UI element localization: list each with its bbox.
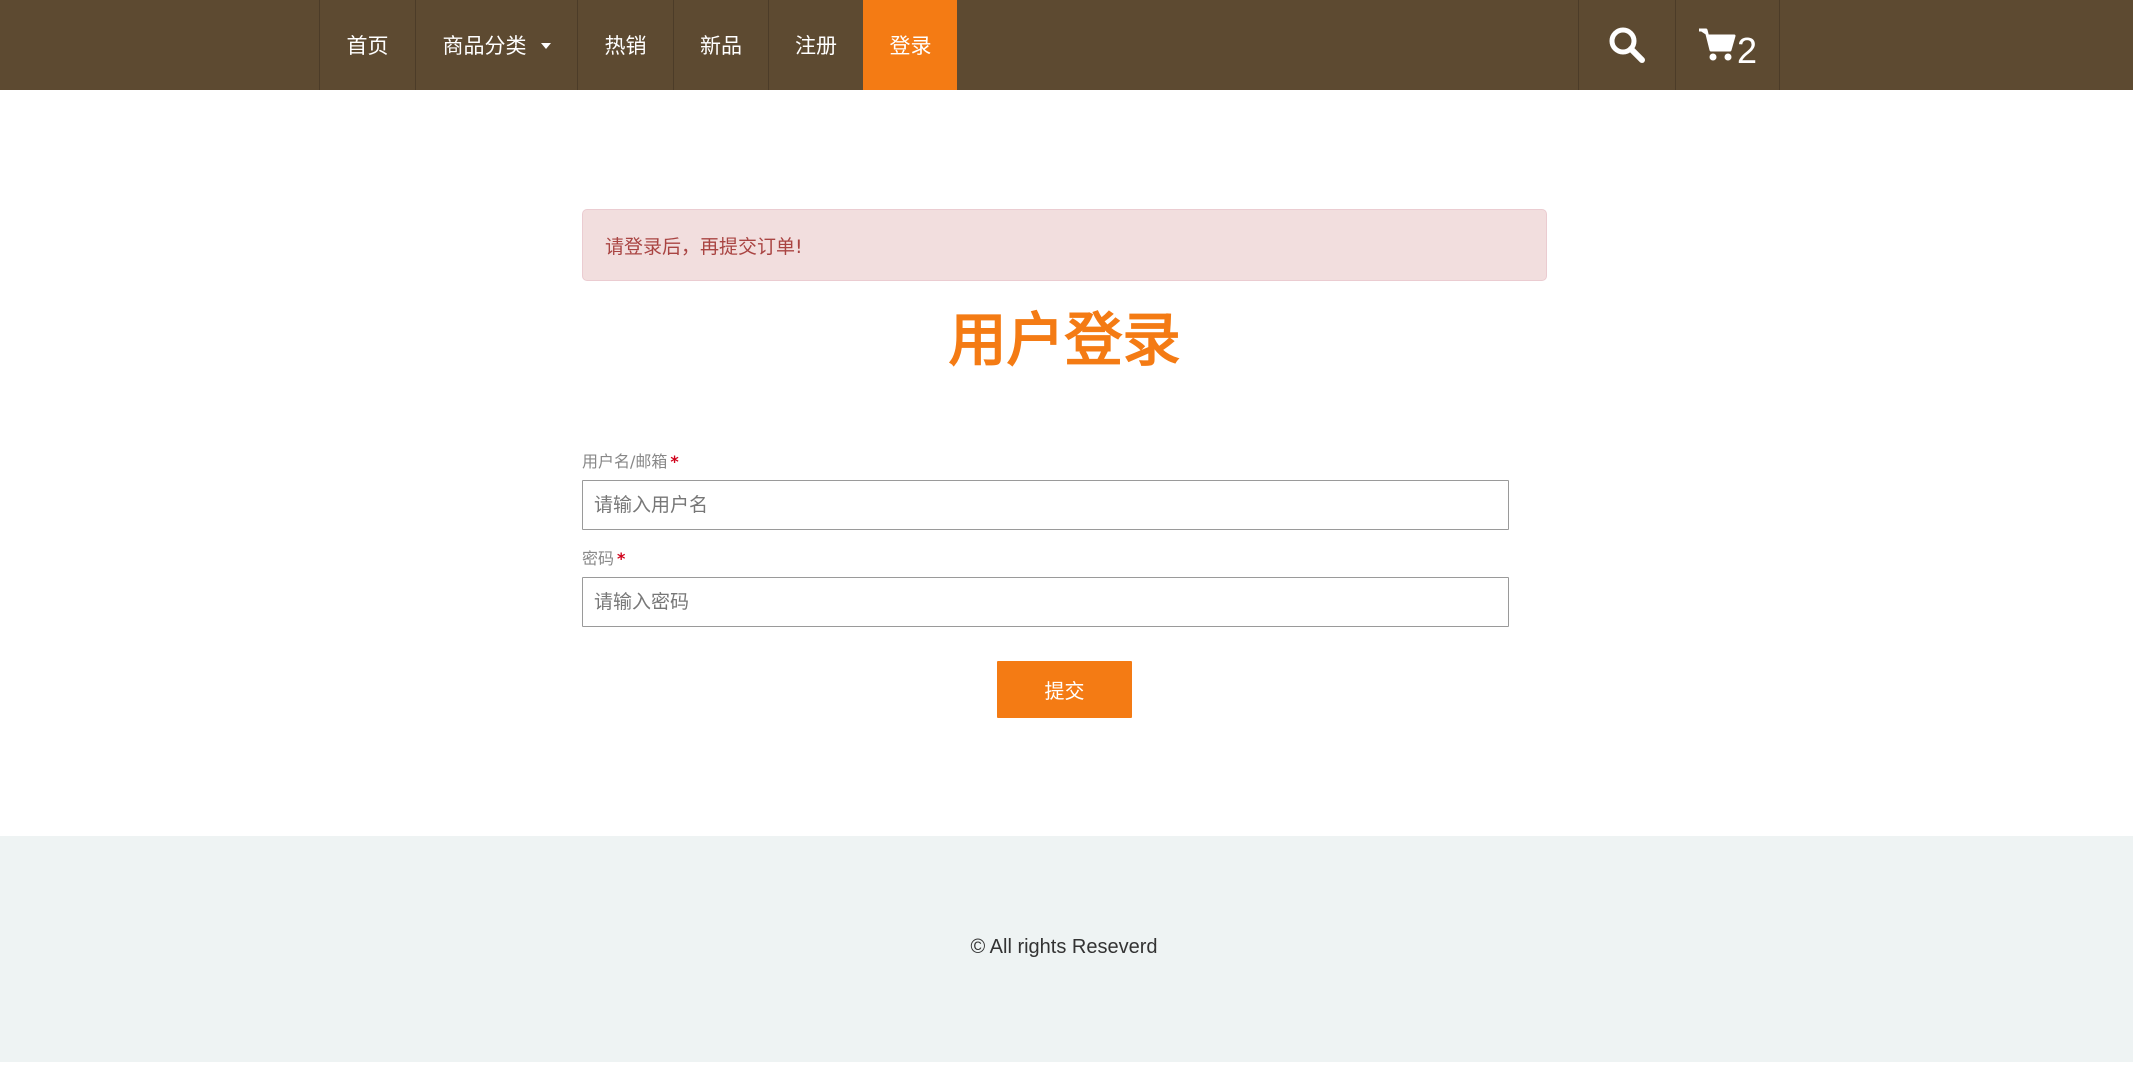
- submit-button[interactable]: 提交: [997, 661, 1132, 718]
- cart-button[interactable]: 2: [1675, 0, 1780, 90]
- top-navbar: 首页 商品分类 热销 新品 注册 登录 2: [0, 0, 2133, 90]
- nav-item-hot[interactable]: 热销: [577, 0, 673, 90]
- cart-icon: [1698, 28, 1736, 61]
- required-mark: *: [670, 452, 679, 471]
- nav-item-categories[interactable]: 商品分类: [415, 0, 577, 90]
- nav-item-label: 热销: [604, 34, 647, 58]
- footer: © All rights Reseverd: [0, 836, 2133, 1062]
- password-label: 密码 *: [582, 545, 625, 569]
- cart-count: 2: [1736, 30, 1758, 71]
- username-label-text: 用户名/邮箱: [582, 452, 668, 471]
- search-icon: [1609, 27, 1645, 63]
- username-input[interactable]: [582, 480, 1509, 530]
- password-input[interactable]: [582, 577, 1509, 627]
- nav-item-register[interactable]: 注册: [768, 0, 863, 90]
- main-nav: 首页 商品分类 热销 新品 注册 登录: [319, 0, 957, 90]
- nav-item-label: 登录: [889, 34, 932, 58]
- nav-item-label: 首页: [346, 34, 389, 58]
- login-required-alert: 请登录后，再提交订单!: [582, 209, 1547, 281]
- page-title: 用户登录: [948, 306, 1181, 374]
- chevron-down-icon: [540, 43, 551, 49]
- search-button[interactable]: [1578, 0, 1675, 90]
- required-mark: *: [617, 549, 626, 568]
- password-label-text: 密码: [582, 549, 615, 568]
- nav-item-label: 注册: [795, 34, 837, 58]
- nav-item-home[interactable]: 首页: [319, 0, 415, 90]
- nav-item-label: 新品: [700, 34, 742, 58]
- nav-item-new[interactable]: 新品: [673, 0, 768, 90]
- username-label: 用户名/邮箱 *: [582, 448, 679, 472]
- copyright-text: © All rights Reseverd: [970, 936, 1158, 958]
- nav-actions: 2: [1578, 0, 1780, 90]
- nav-item-login[interactable]: 登录: [863, 0, 957, 90]
- page: 首页 商品分类 热销 新品 注册 登录 2 请登录后，再提交订单! 用户登录 用…: [0, 0, 2138, 1080]
- alert-text: 请登录后，再提交订单!: [605, 235, 803, 258]
- nav-item-label: 商品分类: [442, 34, 527, 58]
